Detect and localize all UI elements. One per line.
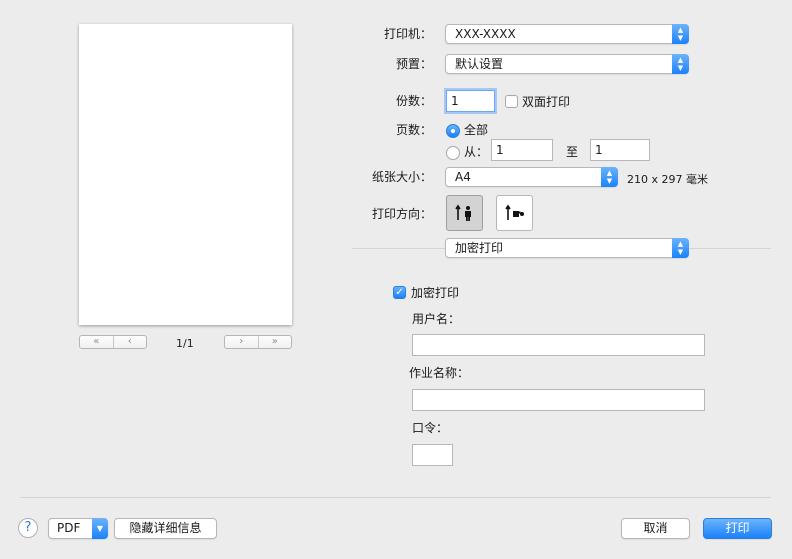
username-label: 用户名： (412, 312, 461, 326)
job-name-label: 作业名称： (409, 366, 470, 380)
presets-label: 预置： (395, 57, 432, 71)
print-button[interactable]: 打印 (703, 518, 772, 539)
help-icon[interactable]: ? (18, 518, 38, 538)
page-indicator: 1/1 (176, 337, 194, 350)
cancel-button[interactable]: 取消 (621, 518, 690, 539)
pages-to-label: 至 (566, 145, 579, 159)
pdf-menu-button[interactable]: PDF ▼ (48, 518, 108, 539)
paper-size-select[interactable]: A4 ▲ ▼ (445, 167, 618, 187)
username-input[interactable] (412, 334, 705, 356)
landscape-orientation-button[interactable] (496, 195, 533, 231)
duplex-label: 双面打印 (522, 95, 571, 109)
secure-print-label: 加密打印 (411, 286, 460, 300)
pages-all-radio[interactable] (446, 124, 460, 138)
landscape-icon (504, 204, 524, 220)
printer-value: XXX-XXXX (455, 27, 516, 41)
previous-page-icon[interactable]: ‹ (112, 336, 147, 348)
portrait-orientation-button[interactable] (446, 195, 483, 231)
print-preview-page (79, 24, 292, 325)
updown-arrows-icon: ▲ ▼ (601, 167, 618, 187)
paper-size-value: A4 (455, 170, 471, 184)
pages-from-label: 从： (464, 145, 489, 159)
printer-select[interactable]: XXX-XXXX ▲ ▼ (445, 24, 689, 44)
pages-from-input[interactable]: 1 (491, 139, 553, 161)
orientation-label: 打印方向： (371, 207, 432, 221)
pdf-label: PDF (57, 521, 81, 535)
secure-print-checkbox[interactable]: ✓ (393, 286, 406, 299)
password-label: 口令： (412, 421, 449, 435)
paper-dimensions: 210 x 297 毫米 (627, 173, 708, 186)
hide-details-button[interactable]: 隐藏详细信息 (114, 518, 217, 539)
footer-divider (20, 497, 771, 498)
preview-nav-back-group: « ‹ (79, 335, 147, 349)
panel-select-value: 加密打印 (455, 241, 504, 255)
job-name-input[interactable] (412, 389, 705, 411)
last-page-icon[interactable]: » (257, 336, 292, 348)
presets-value: 默认设置 (455, 57, 504, 71)
pages-all-label: 全部 (464, 123, 489, 137)
presets-select[interactable]: 默认设置 ▲ ▼ (445, 54, 689, 74)
pages-to-input[interactable]: 1 (590, 139, 650, 161)
printer-label: 打印机： (383, 27, 432, 41)
chevron-down-icon: ▼ (92, 518, 108, 539)
preview-nav-forward-group: › » (224, 335, 292, 349)
panel-select[interactable]: 加密打印 ▲ ▼ (445, 238, 689, 258)
pages-from-radio[interactable] (446, 146, 460, 160)
paper-size-label: 纸张大小： (371, 170, 432, 184)
updown-arrows-icon: ▲ ▼ (672, 238, 689, 258)
updown-arrows-icon: ▲ ▼ (672, 54, 689, 74)
portrait-icon (454, 204, 471, 221)
copies-label: 份数： (395, 94, 432, 108)
password-input[interactable] (412, 444, 453, 466)
updown-arrows-icon: ▲ ▼ (672, 24, 689, 44)
copies-input[interactable]: 1 (446, 90, 495, 112)
first-page-icon[interactable]: « (80, 336, 113, 348)
next-page-icon[interactable]: › (225, 336, 258, 348)
pages-label: 页数： (395, 123, 432, 137)
duplex-checkbox[interactable] (505, 95, 518, 108)
